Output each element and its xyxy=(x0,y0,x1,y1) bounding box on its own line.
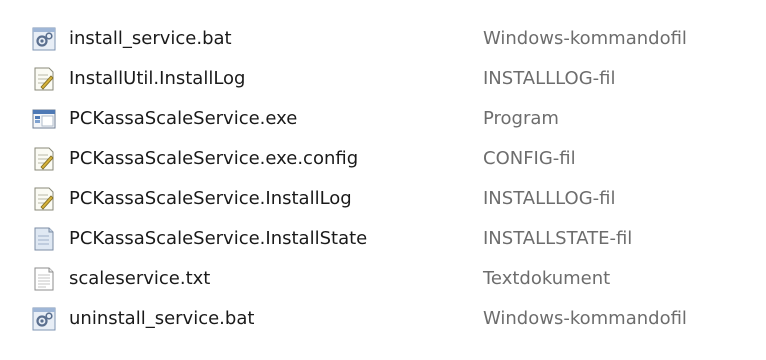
file-type: CONFIG-fil xyxy=(483,148,576,169)
file-name[interactable]: PCKassaScaleService.exe.config xyxy=(69,147,358,171)
batch-file-icon xyxy=(31,306,57,332)
text-file-pencil-icon xyxy=(31,186,57,212)
file-name[interactable]: scaleservice.txt xyxy=(69,267,210,291)
text-file-pencil-icon xyxy=(31,146,57,172)
file-type: INSTALLLOG-fil xyxy=(483,188,616,209)
file-row[interactable]: uninstall_service.bat Windows-kommandofi… xyxy=(31,299,751,339)
batch-file-icon xyxy=(31,26,57,52)
file-type: Windows-kommandofil xyxy=(483,308,687,329)
file-row[interactable]: install_service.bat Windows-kommandofil xyxy=(31,19,751,59)
file-row[interactable]: PCKassaScaleService.exe Program xyxy=(31,99,751,139)
file-row[interactable]: PCKassaScaleService.exe.config CONFIG-fi… xyxy=(31,139,751,179)
file-type: INSTALLSTATE-fil xyxy=(483,228,633,249)
file-name[interactable]: PCKassaScaleService.exe xyxy=(69,107,297,131)
file-type: Textdokument xyxy=(483,268,611,289)
file-row[interactable]: PCKassaScaleService.InstallState INSTALL… xyxy=(31,219,751,259)
file-type: Program xyxy=(483,108,559,129)
text-document-icon xyxy=(31,266,57,292)
file-name[interactable]: PCKassaScaleService.InstallLog xyxy=(69,187,352,211)
file-name[interactable]: install_service.bat xyxy=(69,27,232,51)
text-file-pencil-icon xyxy=(31,66,57,92)
file-row[interactable]: scaleservice.txt Textdokument xyxy=(31,259,751,299)
file-type: INSTALLLOG-fil xyxy=(483,68,616,89)
file-type: Windows-kommandofil xyxy=(483,28,687,49)
file-name[interactable]: InstallUtil.InstallLog xyxy=(69,67,245,91)
generic-file-icon xyxy=(31,226,57,252)
file-name[interactable]: uninstall_service.bat xyxy=(69,307,254,331)
file-row[interactable]: InstallUtil.InstallLog INSTALLLOG-fil xyxy=(31,59,751,99)
file-name[interactable]: PCKassaScaleService.InstallState xyxy=(69,227,367,251)
application-window-icon xyxy=(31,106,57,132)
file-list: install_service.bat Windows-kommandofil … xyxy=(31,19,751,339)
file-row[interactable]: PCKassaScaleService.InstallLog INSTALLLO… xyxy=(31,179,751,219)
